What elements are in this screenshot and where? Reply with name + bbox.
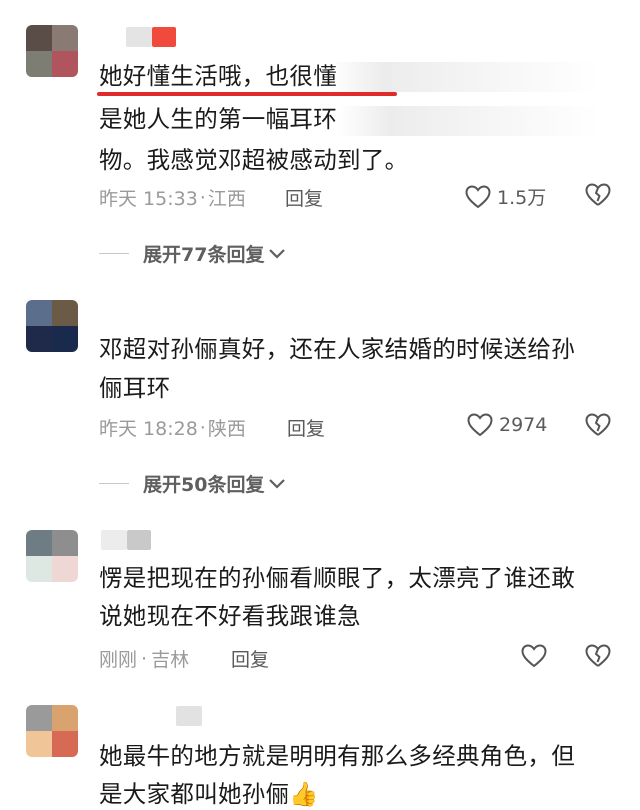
divider <box>99 483 129 484</box>
chevron-down-icon <box>269 478 286 489</box>
heart-icon <box>465 184 491 208</box>
location: 江西 <box>207 188 246 210</box>
divider <box>99 253 129 254</box>
comment-text: 是她人生的第一幅耳环 <box>99 105 337 133</box>
like-button[interactable] <box>521 644 553 668</box>
location: 陕西 <box>207 418 246 440</box>
broken-heart-icon <box>585 413 611 436</box>
avatar[interactable] <box>26 300 78 352</box>
reply-button[interactable]: 回复 <box>287 414 325 441</box>
comment-meta: 昨天 15:33 · 江西 <box>99 184 246 211</box>
dislike-button[interactable] <box>585 644 611 672</box>
like-count: 1.5万 <box>497 187 547 209</box>
timestamp: 刚刚 <box>99 649 138 671</box>
avatar[interactable] <box>26 530 78 582</box>
dislike-button[interactable] <box>585 413 611 441</box>
avatar[interactable] <box>26 25 78 77</box>
heart-icon <box>467 413 493 437</box>
expand-replies-button[interactable]: 展开77条回复 <box>99 240 286 267</box>
comment-text: 她好懂生活哦，也很懂 <box>99 62 337 90</box>
text-redaction <box>338 106 600 136</box>
like-button[interactable]: 1.5万 <box>465 183 546 210</box>
comment-text: 俪耳环 <box>99 374 171 402</box>
username-blurred[interactable] <box>152 27 176 47</box>
avatar[interactable] <box>26 705 78 757</box>
comment-text: 邓超对孙俪真好，还在人家结婚的时候送给孙 <box>99 335 575 363</box>
separator-dot: · <box>199 416 206 439</box>
expand-label: 展开77条回复 <box>143 244 265 266</box>
comment-meta: 刚刚 · 吉林 <box>99 645 189 672</box>
expand-label: 展开50条回复 <box>143 474 265 496</box>
comment-text: 是大家都叫她孙俪👍 <box>99 780 319 808</box>
comment-text: 愣是把现在的孙俪看顺眼了，太漂亮了谁还敢 <box>99 564 575 592</box>
chevron-down-icon <box>269 248 286 259</box>
location: 吉林 <box>151 649 190 671</box>
timestamp: 昨天 15:33 <box>99 188 198 210</box>
heart-icon <box>521 644 547 668</box>
text-redaction <box>330 62 600 92</box>
comment-text: 说她现在不好看我跟谁急 <box>99 602 361 630</box>
comment-meta: 昨天 18:28 · 陕西 <box>99 414 246 441</box>
comment-text: 物。我感觉邓超被感动到了。 <box>99 146 409 174</box>
like-button[interactable]: 2974 <box>467 413 547 437</box>
comment-text: 她最牛的地方就是明明有那么多经典角色，但 <box>99 742 575 770</box>
username-blurred[interactable] <box>127 530 151 550</box>
text-underline <box>97 92 397 96</box>
dislike-button[interactable] <box>585 183 611 211</box>
reply-button[interactable]: 回复 <box>285 184 323 211</box>
separator-dot: · <box>199 186 206 209</box>
timestamp: 昨天 18:28 <box>99 418 198 440</box>
separator-dot: · <box>141 647 148 670</box>
username-blurred[interactable] <box>101 530 127 550</box>
broken-heart-icon <box>585 183 611 206</box>
reply-button[interactable]: 回复 <box>231 645 269 672</box>
like-count: 2974 <box>499 414 548 436</box>
username-blurred[interactable] <box>126 27 152 47</box>
broken-heart-icon <box>585 644 611 667</box>
expand-replies-button[interactable]: 展开50条回复 <box>99 470 286 497</box>
username-blurred[interactable] <box>176 706 202 726</box>
